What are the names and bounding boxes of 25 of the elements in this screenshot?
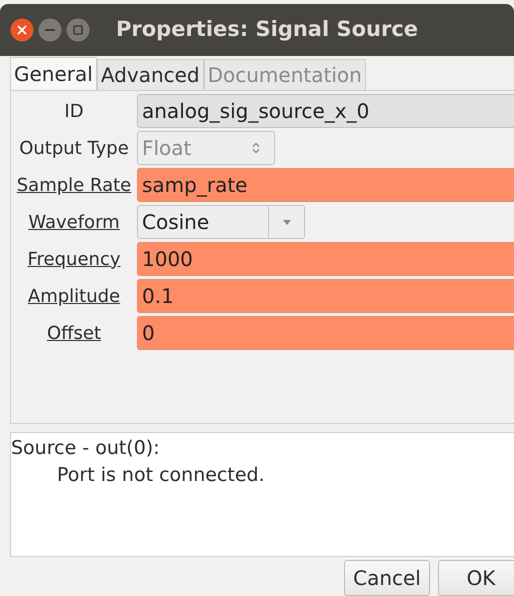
maximize-icon[interactable] (66, 18, 90, 42)
tab[interactable]: Advanced (96, 59, 204, 90)
message-text: Source - out(0): (11, 436, 161, 461)
dropdown-field[interactable]: Cosine (137, 205, 305, 239)
field-label: Frequency (26, 248, 122, 272)
field-label: ID (63, 100, 85, 124)
up-down-icon (252, 142, 260, 154)
id-field: analog_sig_source_x_0 (137, 94, 514, 128)
field-label: Amplitude (26, 284, 122, 308)
field-label: Output Type (18, 136, 130, 160)
dialog-button[interactable]: OK (438, 560, 514, 596)
window-title: Properties: Signal Source (116, 16, 418, 44)
field-label: Waveform (27, 210, 121, 234)
caret-icon (282, 220, 290, 224)
field-label: Offset (46, 322, 102, 346)
tab: Documentation (204, 59, 366, 90)
input-field[interactable]: 1000 (137, 242, 514, 276)
input-field[interactable]: samp_rate (137, 168, 514, 202)
message-text: Port is not connected. (56, 463, 266, 488)
close-icon[interactable] (10, 18, 34, 42)
dialog-button[interactable]: Cancel (344, 560, 430, 596)
input-field[interactable]: 0 (137, 316, 514, 350)
field-label: Sample Rate (16, 174, 132, 198)
tab[interactable]: General (10, 57, 97, 90)
input-field[interactable]: 0.1 (137, 279, 514, 313)
